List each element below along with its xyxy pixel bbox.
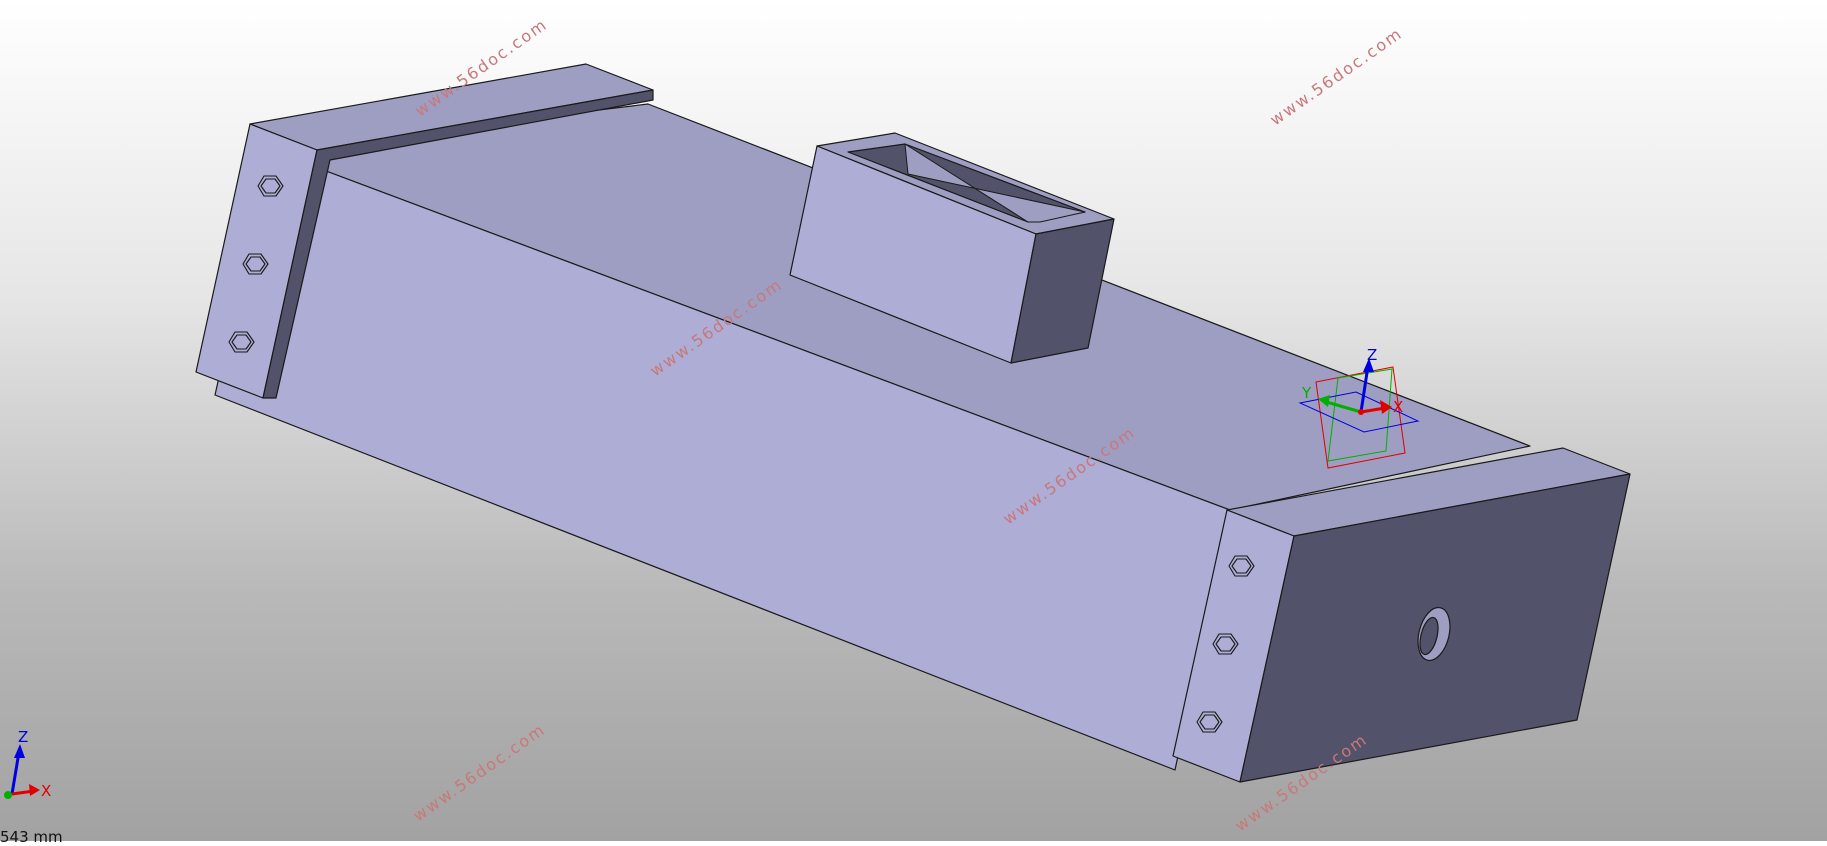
- triad-z-label: Z: [1367, 346, 1377, 364]
- view-axis-z: [10, 751, 21, 795]
- view-axis-y: [4, 791, 12, 799]
- triad-y-label: Y: [1301, 384, 1312, 402]
- triad-x-label: X: [1393, 398, 1403, 416]
- part-model[interactable]: [195, 63, 1631, 783]
- view-triad[interactable]: Z X: [4, 728, 51, 800]
- triad-origin: [1358, 409, 1364, 415]
- 3d-viewport[interactable]: Z Y X Z X www.56doc.com www.56doc.com ww…: [0, 0, 1827, 846]
- model-view[interactable]: Z Y X Z X www.56doc.com www.56doc.com ww…: [0, 0, 1827, 841]
- view-axis-x-arrow: [29, 784, 40, 796]
- view-triad-x-label: X: [41, 782, 51, 800]
- view-triad-z-label: Z: [18, 728, 28, 746]
- watermark-2: www.56doc.com: [1266, 24, 1406, 130]
- view-axis-z-arrow: [14, 744, 25, 758]
- scale-indicator: 543 mm: [0, 828, 63, 846]
- watermark-5: www.56doc.com: [409, 720, 549, 826]
